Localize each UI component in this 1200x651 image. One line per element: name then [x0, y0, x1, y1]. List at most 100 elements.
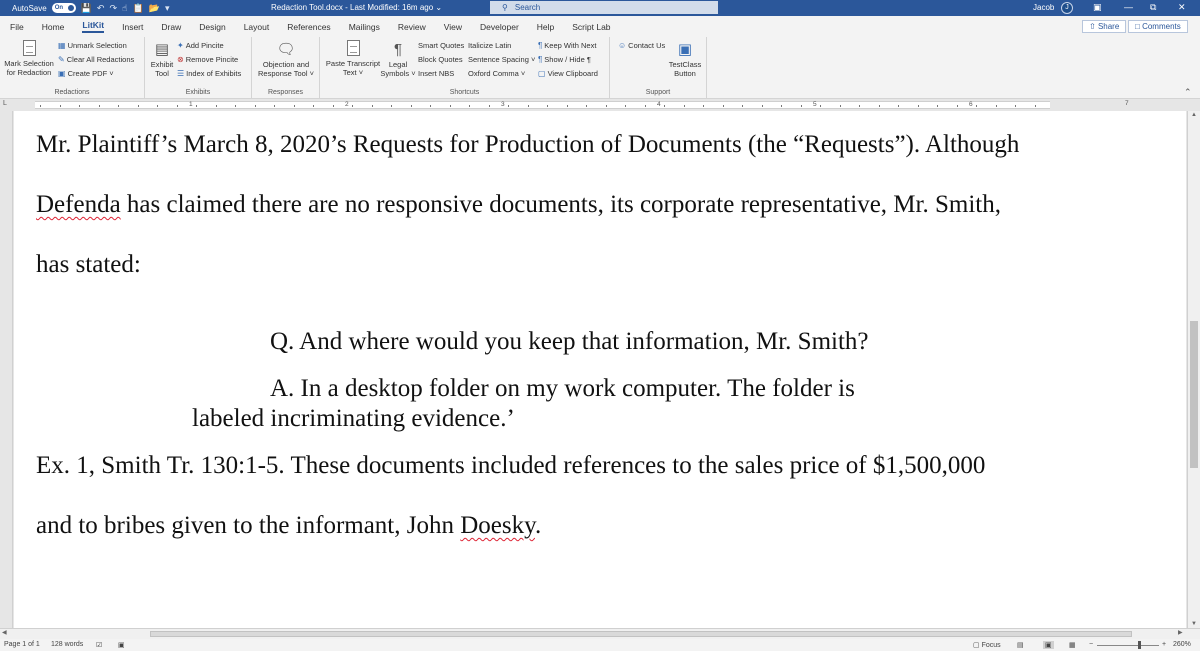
scroll-down-icon[interactable]: ▼: [1191, 621, 1197, 627]
create-pdf-button[interactable]: ▣ Create PDF ˅: [58, 69, 114, 78]
contact-us-button[interactable]: ☺ Contact Us: [618, 41, 665, 50]
exhibit-tool-button[interactable]: ▤ Exhibit Tool: [149, 40, 175, 79]
remove-pincite-button[interactable]: ⊗ Remove Pincite: [177, 55, 238, 64]
clear-all-redactions-button[interactable]: ✎ Clear All Redactions: [58, 55, 134, 64]
document-title[interactable]: Redaction Tool.docx - Last Modified: 16m…: [271, 3, 442, 12]
ribbon-display-icon[interactable]: ▣: [1093, 2, 1102, 13]
proofing-icon[interactable]: ☑: [96, 641, 102, 649]
zoom-in-icon[interactable]: +: [1162, 641, 1166, 648]
paragraph-line: has stated:: [36, 251, 141, 278]
tab-script-lab[interactable]: Script Lab: [572, 22, 610, 32]
ruler-tick: [839, 105, 841, 107]
vertical-ruler: [0, 111, 13, 628]
tab-help[interactable]: Help: [537, 22, 554, 32]
scroll-left-icon[interactable]: ◀: [2, 629, 7, 636]
ruler-number: 1: [189, 101, 193, 108]
comments-label: Comments: [1142, 22, 1181, 31]
tab-references[interactable]: References: [287, 22, 330, 32]
page-count[interactable]: Page 1 of 1: [4, 641, 40, 648]
paste-icon[interactable]: 📂: [149, 3, 160, 14]
smart-quotes-button[interactable]: Smart Quotes: [418, 41, 464, 50]
search-box[interactable]: ⚲ Search: [490, 1, 718, 14]
horizontal-scroll-thumb[interactable]: [150, 631, 1132, 637]
create-pdf-label: Create PDF ˅: [67, 69, 114, 78]
misspelled-word[interactable]: Defenda: [36, 191, 121, 218]
collapse-ribbon-icon[interactable]: ⌃: [1184, 87, 1192, 98]
horizontal-scrollbar[interactable]: ◀ ▶: [0, 628, 1200, 639]
show-hide-button[interactable]: ¶ Show / Hide ¶: [538, 55, 591, 64]
save-icon[interactable]: 💾: [81, 3, 92, 14]
mark-selection-button[interactable]: Mark Selection for Redaction: [4, 40, 54, 77]
ribbon: Mark Selection for Redaction ▦ Unmark Sel…: [0, 37, 1200, 99]
print-layout-icon[interactable]: ▣: [1043, 641, 1054, 649]
undo-icon[interactable]: ↶: [97, 3, 105, 14]
ruler-tick: [742, 105, 743, 107]
person-icon: ☺: [618, 41, 627, 50]
insert-nbs-button[interactable]: Insert NBS: [418, 69, 454, 78]
group-support: ☺ Contact Us ▣ TestClass Button Support: [610, 37, 707, 99]
ruler-tick: [820, 105, 821, 107]
paste-transcript-button[interactable]: Paste Transcript Text ˅: [324, 40, 382, 77]
speech-bubble-icon: 🗨: [276, 40, 296, 58]
testclass-button[interactable]: ▣ TestClass Button: [666, 40, 704, 79]
close-icon[interactable]: ✕: [1178, 2, 1186, 13]
index-of-exhibits-button[interactable]: ☰ Index of Exhibits: [177, 69, 241, 78]
comments-button[interactable]: □ Comments: [1128, 20, 1188, 33]
web-layout-icon[interactable]: ▦: [1069, 641, 1076, 649]
keep-with-next-label: Keep With Next: [544, 41, 597, 50]
word-count[interactable]: 128 words: [51, 641, 83, 648]
customize-qat-icon[interactable]: ▾: [165, 3, 170, 14]
misspelled-word[interactable]: Doesky: [460, 512, 535, 539]
read-mode-icon[interactable]: ▤: [1017, 641, 1024, 649]
touch-mode-icon[interactable]: ☝: [122, 3, 127, 14]
zoom-slider[interactable]: [1097, 645, 1159, 646]
zoom-slider-thumb[interactable]: [1138, 641, 1141, 649]
paragraph-text: and to bribes given to the informant, Jo…: [36, 512, 461, 539]
scroll-up-icon[interactable]: ▲: [1191, 112, 1197, 118]
italicize-latin-button[interactable]: Italicize Latin: [468, 41, 511, 50]
tab-insert[interactable]: Insert: [122, 22, 143, 32]
clipboard-icon[interactable]: 📋: [133, 3, 144, 14]
insert-nbs-label: Insert NBS: [418, 69, 455, 78]
tab-draw[interactable]: Draw: [161, 22, 181, 32]
add-pincite-button[interactable]: ✦ Add Pincite: [177, 41, 224, 50]
focus-button[interactable]: ▢ Focus: [973, 641, 1001, 649]
tab-selector-icon[interactable]: L: [3, 100, 7, 107]
unmark-selection-button[interactable]: ▦ Unmark Selection: [58, 41, 127, 50]
objection-response-button[interactable]: 🗨 Objection and Response Tool ˅: [254, 40, 318, 79]
vertical-scrollbar[interactable]: ▲ ▼: [1187, 111, 1200, 628]
document-page[interactable]: Mr. Plaintiff’s March 8, 2020’s Requests…: [14, 111, 1186, 628]
zoom-out-icon[interactable]: −: [1089, 641, 1093, 648]
oxford-comma-button[interactable]: Oxford Comma ˅: [468, 69, 525, 78]
autosave-toggle[interactable]: On: [51, 3, 76, 13]
scroll-right-icon[interactable]: ▶: [1178, 629, 1183, 636]
view-clipboard-button[interactable]: ▢ View Clipboard: [538, 69, 598, 78]
group-label-support: Support: [645, 89, 671, 96]
block-quotes-button[interactable]: Block Quotes: [418, 55, 463, 64]
tab-mailings[interactable]: Mailings: [349, 22, 380, 32]
share-button[interactable]: ⇧ Share: [1082, 20, 1127, 33]
macro-icon[interactable]: ▣: [118, 641, 125, 649]
user-name[interactable]: Jacob: [1033, 3, 1054, 12]
avatar[interactable]: J: [1061, 2, 1073, 14]
tab-file[interactable]: File: [10, 22, 24, 32]
tab-review[interactable]: Review: [398, 22, 426, 32]
tab-developer[interactable]: Developer: [480, 22, 519, 32]
ruler-tick: [781, 105, 782, 107]
keep-with-next-button[interactable]: ¶ Keep With Next: [538, 41, 596, 50]
tab-view[interactable]: View: [444, 22, 462, 32]
tab-litkit[interactable]: LitKit: [82, 20, 105, 33]
tab-home[interactable]: Home: [42, 22, 65, 32]
ruler-track[interactable]: 1 2 3 4 5 6: [35, 101, 1050, 109]
ruler-tick: [293, 105, 295, 107]
tab-design[interactable]: Design: [199, 22, 225, 32]
minimize-icon[interactable]: —: [1124, 2, 1133, 12]
zoom-level[interactable]: 260%: [1173, 641, 1191, 648]
ruler-tick: [118, 105, 119, 107]
sentence-spacing-button[interactable]: Sentence Spacing ˅: [468, 55, 535, 64]
legal-symbols-button[interactable]: ¶ Legal Symbols ˅: [380, 40, 416, 79]
redo-icon[interactable]: ↷: [109, 3, 117, 14]
tab-layout[interactable]: Layout: [244, 22, 270, 32]
restore-icon[interactable]: ⧉: [1150, 2, 1156, 13]
vertical-scroll-thumb[interactable]: [1190, 321, 1198, 468]
